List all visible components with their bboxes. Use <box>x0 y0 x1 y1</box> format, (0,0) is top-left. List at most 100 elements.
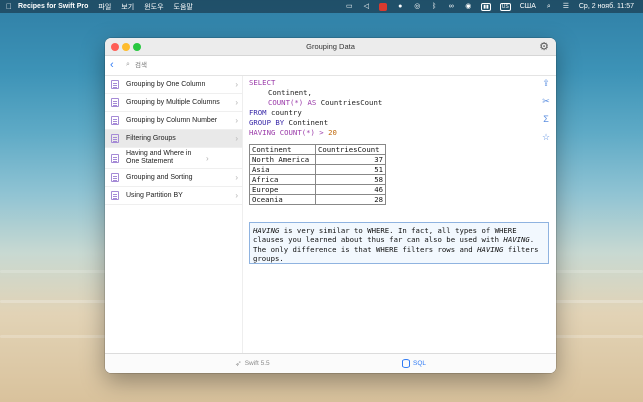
tab-swift-label: Swift 5.5 <box>244 360 270 367</box>
status-area: ▭ ◁ ● ◎ ᛒ ∞ ◉ ▮▮ US США ⌕ ☰ Ср, 2 нояб. … <box>345 2 643 11</box>
table-cell: 46 <box>315 184 386 195</box>
table-row: Oceania 28 <box>249 194 386 205</box>
sidebar-item-grouping-multiple-columns[interactable]: Grouping by Multiple Columns › <box>105 94 242 112</box>
table-header-row: Continent CountriesCount <box>249 144 386 155</box>
bottom-tab-bar: ➶ Swift 5.5 SQL <box>105 353 556 373</box>
sql-text: Continent, <box>268 88 312 97</box>
sidebar-item-grouping-sorting[interactable]: Grouping and Sorting › <box>105 169 242 187</box>
sidebar-item-label: Grouping and Sorting <box>126 173 193 181</box>
sql-keyword: GROUP BY <box>249 118 285 127</box>
document-icon <box>111 173 119 182</box>
back-arrow-icon[interactable]: ‹ <box>110 59 114 71</box>
table-row: Africa 58 <box>249 174 386 185</box>
recipe-content: SELECT Continent, COUNT(*) AS CountriesC… <box>249 78 549 264</box>
keyboard-icon[interactable]: US <box>499 2 511 11</box>
battery-icon[interactable]: ▮▮ <box>481 2 491 11</box>
table-cell: 37 <box>315 154 386 165</box>
volume-icon[interactable]: ◁ <box>362 3 370 10</box>
table-cell: Oceania <box>249 194 316 205</box>
document-icon <box>111 80 119 89</box>
database-icon <box>402 359 410 368</box>
note-text: is very similar to WHERE. In fact, all t… <box>253 226 517 245</box>
sidebar-item-filtering-groups[interactable]: Filtering Groups › <box>105 130 242 148</box>
chevron-right-icon: › <box>235 116 238 125</box>
star-icon[interactable]: ☆ <box>541 132 551 142</box>
sql-text: Continent <box>284 118 329 127</box>
user-icon[interactable]: ◉ <box>464 3 472 10</box>
table-cell: Africa <box>249 174 316 185</box>
menu-file[interactable]: 파일 <box>98 2 111 12</box>
table-cell: 58 <box>315 174 386 185</box>
sidebar-item-label: Using Partition BY <box>126 191 183 199</box>
spotlight-icon[interactable]: ⌕ <box>545 3 553 10</box>
sidebar-item-partition-by[interactable]: Using Partition BY › <box>105 187 242 205</box>
share-icon[interactable]: ⇪ <box>541 78 551 88</box>
sidebar-item-grouping-column-number[interactable]: Grouping by Column Number › <box>105 112 242 130</box>
display-icon[interactable]: ▭ <box>345 3 353 10</box>
window-title: Grouping Data <box>306 42 355 51</box>
scissors-icon[interactable]: ✂ <box>541 96 551 106</box>
tab-sql-label: SQL <box>413 360 427 367</box>
apple-icon[interactable]:  <box>0 2 18 11</box>
clock[interactable]: Ср, 2 нояб. 11:57 <box>579 3 634 10</box>
sql-code: SELECT Continent, COUNT(*) AS CountriesC… <box>249 78 534 138</box>
table-cell: North America <box>249 154 316 165</box>
input-source[interactable]: США <box>520 3 536 10</box>
sidebar-item-label: Grouping by Multiple Columns <box>126 98 220 106</box>
document-icon <box>111 153 119 163</box>
search-input[interactable] <box>135 59 235 71</box>
menu-view[interactable]: 보기 <box>121 2 134 12</box>
app-window: Grouping Data ⚙ ‹ ⌕ Grouping by One Colu… <box>105 38 556 373</box>
bluetooth-icon[interactable]: ᛒ <box>430 3 438 10</box>
search-bar: ‹ ⌕ <box>105 56 556 76</box>
note-emphasis: HAVING <box>253 226 280 235</box>
sidebar: ‹ ⌕ Grouping by One Column › Grouping by… <box>105 56 556 353</box>
chevron-right-icon: › <box>235 191 238 200</box>
sql-number: 20 <box>323 128 337 137</box>
tab-sql[interactable]: SQL <box>402 359 426 368</box>
menu-bar:  Recipes for Swift Pro 파일 보기 윈도우 도움말 ▭ … <box>0 0 643 13</box>
record-icon[interactable] <box>379 2 388 11</box>
sigma-icon[interactable]: Σ <box>541 114 551 124</box>
sql-keyword: HAVING COUNT(*) > <box>249 128 324 137</box>
sidebar-divider <box>242 76 243 353</box>
control-center-icon[interactable]: ☰ <box>562 3 570 10</box>
chevron-right-icon: › <box>235 134 238 143</box>
sidebar-item-having-and-where[interactable]: Having and Where in One Statement › <box>105 148 242 169</box>
link-icon[interactable]: ∞ <box>447 3 455 10</box>
recipe-list: Grouping by One Column › Grouping by Mul… <box>105 76 242 205</box>
chevron-right-icon: › <box>235 80 238 89</box>
table-cell: 28 <box>315 194 386 205</box>
chevron-right-icon: › <box>235 173 238 182</box>
menu-help[interactable]: 도움말 <box>174 2 193 12</box>
note-emphasis: HAVING <box>503 235 530 245</box>
document-icon <box>111 116 119 125</box>
table-cell: Europe <box>249 184 316 195</box>
table-row: Asia 51 <box>249 164 386 175</box>
title-bar: Grouping Data ⚙ <box>105 38 556 56</box>
sql-text: CountriesCount <box>316 98 383 107</box>
sidebar-item-label: Having and Where in One Statement <box>126 150 192 165</box>
sidebar-item-label: Grouping by One Column <box>126 80 206 88</box>
gear-icon[interactable]: ⚙ <box>538 41 550 53</box>
column-header: Continent <box>249 144 316 155</box>
document-icon <box>111 191 119 200</box>
note-emphasis: HAVING <box>477 244 504 254</box>
sidebar-item-grouping-one-column[interactable]: Grouping by One Column › <box>105 76 242 94</box>
app-menu[interactable]: Recipes for Swift Pro <box>18 3 88 10</box>
swift-icon: ➶ <box>235 359 242 368</box>
chevron-right-icon: › <box>235 98 238 107</box>
column-header: CountriesCount <box>315 144 386 155</box>
table-cell: Asia <box>249 164 316 175</box>
search-icon: ⌕ <box>126 61 130 68</box>
menu-window[interactable]: 윈도우 <box>144 2 163 12</box>
tab-swift[interactable]: ➶ Swift 5.5 <box>235 359 270 368</box>
document-icon <box>111 98 119 107</box>
sidebar-item-label: Filtering Groups <box>126 134 176 142</box>
sql-keyword: SELECT <box>249 78 276 87</box>
sql-keyword: FROM <box>249 108 267 117</box>
v-icon[interactable]: ● <box>396 3 404 10</box>
result-table: Continent CountriesCount North America 3… <box>249 144 386 205</box>
globe-icon[interactable]: ◎ <box>413 3 421 10</box>
document-icon <box>111 134 119 143</box>
